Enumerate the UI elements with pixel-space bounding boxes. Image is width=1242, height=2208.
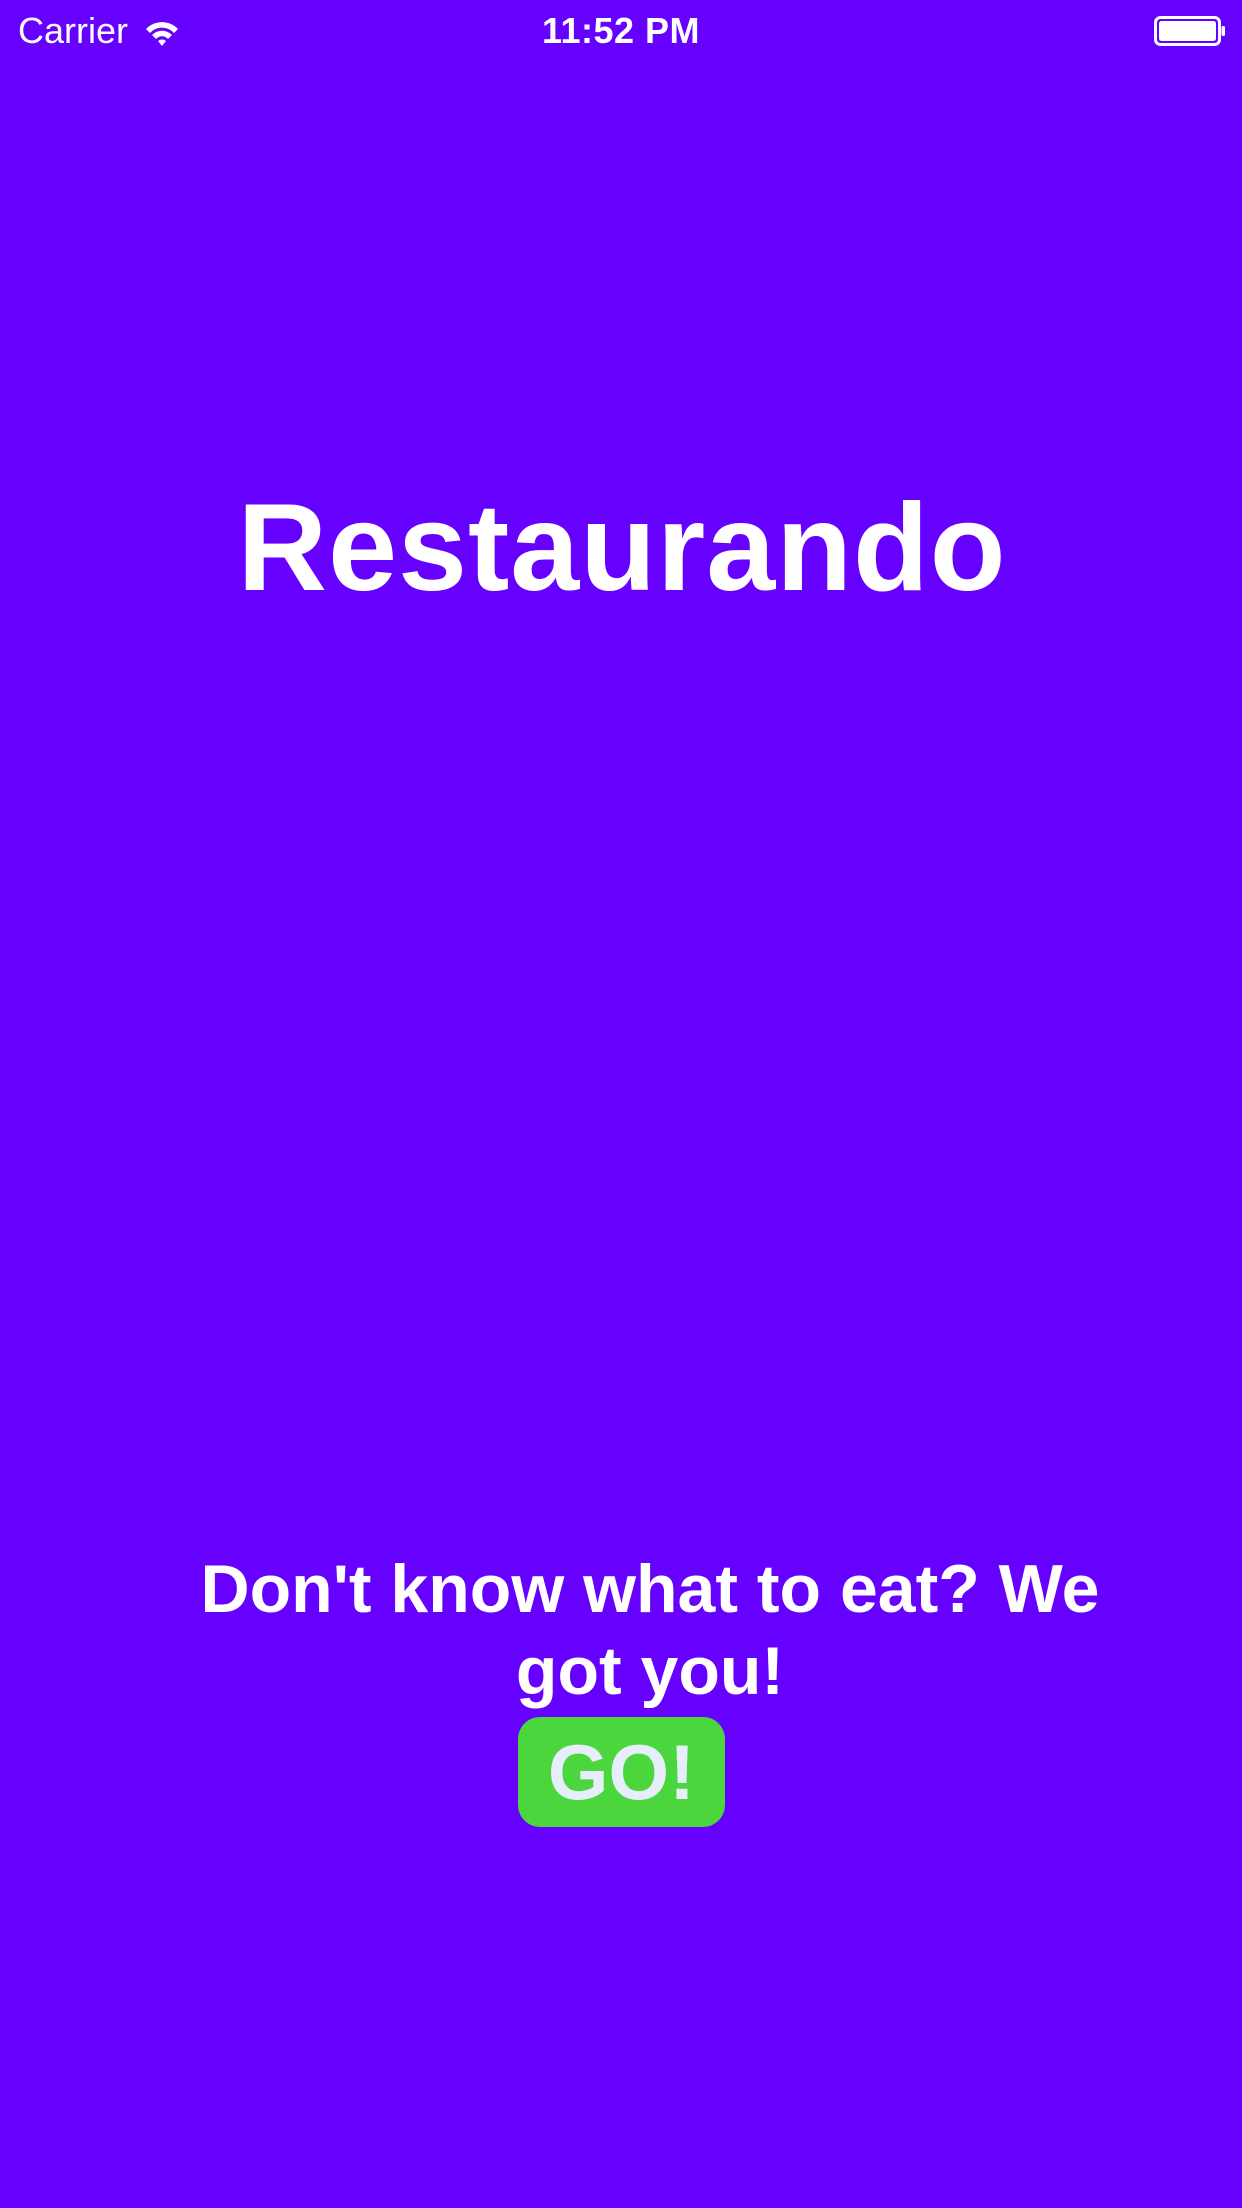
status-bar: Carrier 11:52 PM bbox=[0, 0, 1242, 62]
battery-icon bbox=[1154, 16, 1226, 46]
app-screen: Carrier 11:52 PM Restaurando Don't know … bbox=[0, 0, 1242, 2208]
app-title: Restaurando bbox=[237, 479, 1007, 617]
go-button[interactable]: GO! bbox=[518, 1717, 725, 1827]
tagline-text: Don't know what to eat? We got you! bbox=[200, 1551, 1100, 1709]
status-time: 11:52 PM bbox=[541, 10, 701, 51]
